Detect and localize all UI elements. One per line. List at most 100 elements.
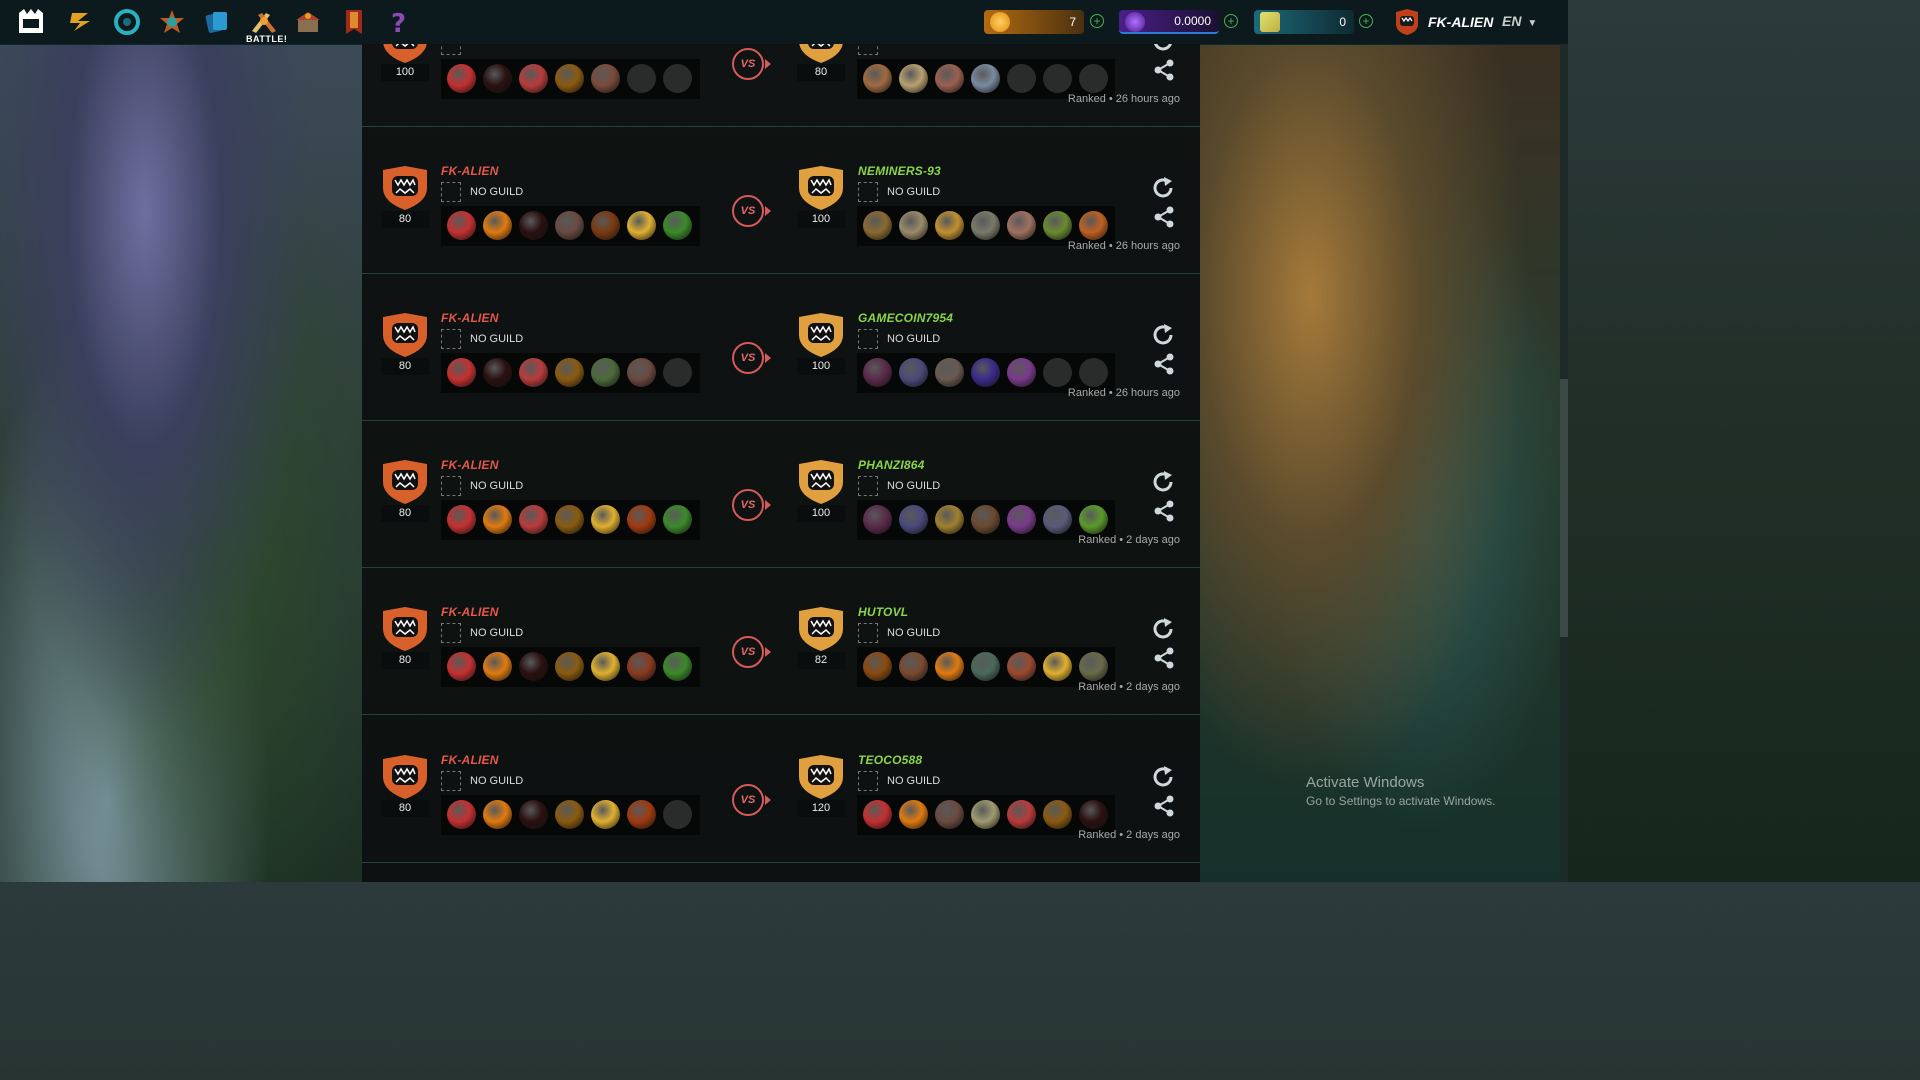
card-portrait[interactable] — [863, 800, 892, 829]
card-portrait[interactable] — [519, 358, 548, 387]
card-portrait[interactable] — [663, 652, 692, 681]
add-sps-button[interactable]: + — [1224, 14, 1238, 28]
card-portrait[interactable] — [899, 652, 928, 681]
vs-button[interactable]: VS — [732, 342, 764, 374]
card-portrait[interactable] — [935, 211, 964, 240]
card-portrait[interactable] — [519, 64, 548, 93]
card-portrait[interactable] — [971, 652, 1000, 681]
card-portrait[interactable] — [899, 800, 928, 829]
share-icon[interactable] — [1152, 646, 1176, 675]
card-portrait[interactable] — [555, 800, 584, 829]
card-portrait[interactable] — [899, 358, 928, 387]
card-portrait[interactable] — [483, 800, 512, 829]
right-player-name[interactable]: HUTOVL — [858, 605, 908, 619]
card-portrait[interactable] — [1043, 211, 1072, 240]
right-player-name[interactable]: NEMINERS-93 — [858, 164, 941, 178]
card-portrait[interactable] — [555, 211, 584, 240]
card-portrait[interactable] — [971, 64, 1000, 93]
card-portrait[interactable] — [591, 800, 620, 829]
left-player-name[interactable]: FK-ALIEN — [441, 164, 499, 178]
card-portrait[interactable] — [935, 652, 964, 681]
page-scrollbar[interactable] — [1560, 44, 1568, 882]
card-portrait[interactable] — [863, 652, 892, 681]
vs-button[interactable]: VS — [732, 48, 764, 80]
card-portrait[interactable] — [555, 652, 584, 681]
share-icon[interactable] — [1152, 58, 1176, 87]
card-portrait[interactable] — [483, 64, 512, 93]
right-player-name[interactable]: PHANZI864 — [858, 458, 925, 472]
vs-button[interactable]: VS — [732, 636, 764, 668]
share-icon[interactable] — [1152, 499, 1176, 528]
portal-icon[interactable] — [110, 5, 144, 39]
card-portrait[interactable] — [899, 505, 928, 534]
card-portrait[interactable] — [483, 505, 512, 534]
card-portrait[interactable] — [591, 505, 620, 534]
card-portrait[interactable] — [447, 64, 476, 93]
card-portrait[interactable] — [591, 211, 620, 240]
card-portrait[interactable] — [447, 652, 476, 681]
share-icon[interactable] — [1152, 205, 1176, 234]
card-portrait[interactable] — [1079, 211, 1108, 240]
card-portrait[interactable] — [519, 505, 548, 534]
dec-balance[interactable]: 7 — [984, 10, 1084, 34]
card-portrait[interactable] — [935, 800, 964, 829]
card-portrait[interactable] — [971, 505, 1000, 534]
replay-icon[interactable] — [1150, 469, 1176, 500]
credits-balance[interactable]: 0 — [1254, 10, 1354, 34]
replay-icon[interactable] — [1150, 616, 1176, 647]
sps-balance[interactable]: 0.0000 — [1119, 10, 1219, 34]
card-portrait[interactable] — [519, 211, 548, 240]
card-portrait[interactable] — [1079, 505, 1108, 534]
vs-button[interactable]: VS — [732, 489, 764, 521]
guild-icon[interactable] — [337, 5, 371, 39]
cards-icon[interactable] — [200, 5, 234, 39]
card-portrait[interactable] — [863, 211, 892, 240]
card-portrait[interactable] — [591, 652, 620, 681]
language-selector[interactable]: EN ▼ — [1502, 13, 1537, 29]
card-portrait[interactable] — [935, 505, 964, 534]
card-portrait[interactable] — [1007, 505, 1036, 534]
card-portrait[interactable] — [935, 358, 964, 387]
card-portrait[interactable] — [483, 358, 512, 387]
right-player-name[interactable]: GAMECOIN7954 — [858, 311, 953, 325]
scrollbar-thumb[interactable] — [1560, 379, 1568, 637]
card-portrait[interactable] — [591, 64, 620, 93]
help-icon[interactable]: ? — [382, 5, 416, 39]
replay-icon[interactable] — [1150, 322, 1176, 353]
card-portrait[interactable] — [483, 652, 512, 681]
share-icon[interactable] — [1152, 794, 1176, 823]
replay-icon[interactable] — [1150, 764, 1176, 795]
left-player-name[interactable]: FK-ALIEN — [441, 753, 499, 767]
card-portrait[interactable] — [627, 652, 656, 681]
share-icon[interactable] — [1152, 352, 1176, 381]
card-portrait[interactable] — [1043, 505, 1072, 534]
card-portrait[interactable] — [519, 800, 548, 829]
user-menu[interactable]: FK-ALIEN — [1394, 8, 1493, 36]
card-portrait[interactable] — [627, 358, 656, 387]
right-player-name[interactable]: TEOCO588 — [858, 753, 922, 767]
replay-icon[interactable] — [1150, 44, 1176, 59]
card-portrait[interactable] — [447, 505, 476, 534]
card-portrait[interactable] — [1043, 652, 1072, 681]
vs-button[interactable]: VS — [732, 195, 764, 227]
card-portrait[interactable] — [447, 800, 476, 829]
battle-icon[interactable]: BATTLE! — [246, 5, 287, 44]
card-portrait[interactable] — [971, 358, 1000, 387]
logo-icon[interactable] — [14, 5, 48, 39]
card-portrait[interactable] — [863, 358, 892, 387]
card-portrait[interactable] — [1043, 800, 1072, 829]
card-portrait[interactable] — [1079, 800, 1108, 829]
card-portrait[interactable] — [447, 358, 476, 387]
card-portrait[interactable] — [663, 505, 692, 534]
card-portrait[interactable] — [663, 211, 692, 240]
card-portrait[interactable] — [591, 358, 620, 387]
left-player-name[interactable]: FK-ALIEN — [441, 458, 499, 472]
shop-icon[interactable] — [291, 5, 325, 39]
card-portrait[interactable] — [899, 64, 928, 93]
quest-icon[interactable] — [64, 5, 98, 39]
card-portrait[interactable] — [1007, 800, 1036, 829]
card-portrait[interactable] — [519, 652, 548, 681]
card-portrait[interactable] — [555, 505, 584, 534]
vs-button[interactable]: VS — [732, 784, 764, 816]
add-credits-button[interactable]: + — [1359, 14, 1373, 28]
